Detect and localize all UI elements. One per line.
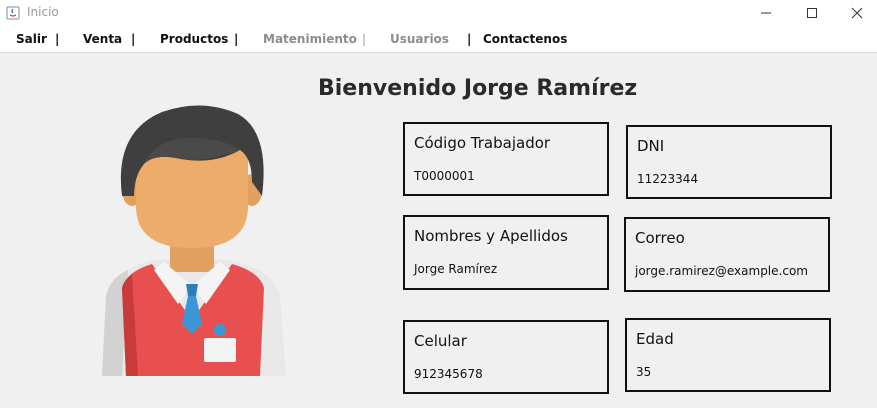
correo-label: Correo bbox=[635, 229, 685, 247]
worker-avatar-icon bbox=[92, 98, 292, 378]
minimize-button[interactable] bbox=[743, 0, 789, 27]
menu-productos[interactable]: Productos bbox=[160, 32, 228, 46]
menu-separator: | bbox=[362, 32, 367, 46]
menu-separator: | bbox=[131, 32, 136, 46]
dni-value: 11223344 bbox=[637, 172, 699, 186]
menu-bar: Salir | Venta | Productos | Matenimiento… bbox=[0, 27, 877, 53]
close-button[interactable] bbox=[834, 0, 877, 27]
menu-separator: | bbox=[467, 32, 472, 46]
menu-contactenos[interactable]: Contactenos bbox=[483, 32, 567, 46]
celular-card: Celular 912345678 bbox=[403, 320, 609, 394]
codigo-trabajador-value: T0000001 bbox=[414, 169, 475, 183]
edad-card: Edad 35 bbox=[625, 318, 831, 392]
maximize-button[interactable] bbox=[789, 0, 835, 27]
dni-card: DNI 11223344 bbox=[626, 125, 832, 199]
title-bar: Inicio bbox=[0, 0, 877, 27]
correo-value: jorge.ramirez@example.com bbox=[635, 264, 808, 278]
nombres-card: Nombres y Apellidos Jorge Ramírez bbox=[403, 215, 609, 290]
minimize-icon bbox=[761, 12, 771, 14]
menu-salir[interactable]: Salir bbox=[16, 32, 47, 46]
java-app-icon bbox=[6, 5, 20, 20]
maximize-icon bbox=[807, 8, 817, 18]
window-title: Inicio bbox=[27, 5, 59, 19]
menu-separator: | bbox=[234, 32, 239, 46]
welcome-heading: Bienvenido Jorge Ramírez bbox=[318, 76, 638, 101]
nombres-value: Jorge Ramírez bbox=[414, 262, 498, 276]
dni-label: DNI bbox=[637, 137, 665, 155]
codigo-trabajador-card: Código Trabajador T0000001 bbox=[403, 122, 609, 196]
close-icon bbox=[851, 7, 863, 19]
menu-usuarios[interactable]: Usuarios bbox=[390, 32, 449, 46]
edad-value: 35 bbox=[636, 365, 652, 379]
celular-label: Celular bbox=[414, 332, 467, 350]
nombres-label: Nombres y Apellidos bbox=[414, 227, 568, 245]
edad-label: Edad bbox=[636, 330, 674, 348]
menu-matenimiento[interactable]: Matenimiento bbox=[263, 32, 357, 46]
correo-card: Correo jorge.ramirez@example.com bbox=[624, 217, 830, 292]
menu-venta[interactable]: Venta bbox=[83, 32, 122, 46]
menu-separator: | bbox=[55, 32, 60, 46]
codigo-trabajador-label: Código Trabajador bbox=[414, 134, 551, 152]
celular-value: 912345678 bbox=[414, 367, 483, 381]
